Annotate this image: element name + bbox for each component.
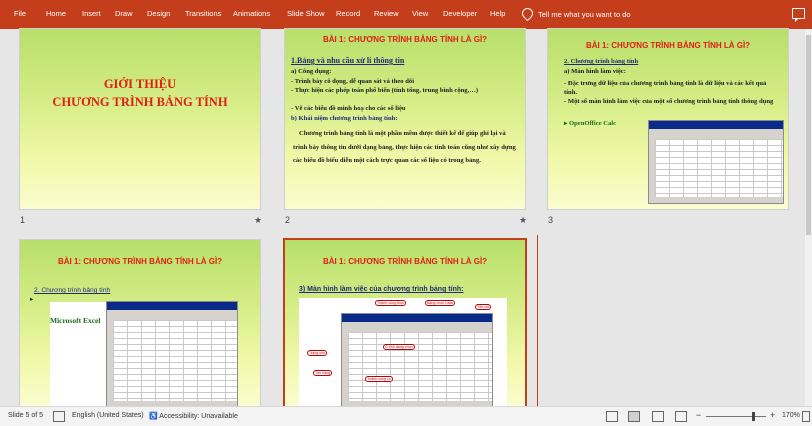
slide2-line2: - Thực hiện các phép toán phổ biến (tính… xyxy=(291,87,479,94)
menu-developer[interactable]: Developer xyxy=(443,9,477,18)
menu-file[interactable]: File xyxy=(14,9,26,18)
menu-slide-show[interactable]: Slide Show xyxy=(287,9,325,18)
menu-home[interactable]: Home xyxy=(46,9,66,18)
language-status[interactable]: English (United States) xyxy=(72,412,144,419)
slide1-title-line1: GIỚI THIỆU xyxy=(103,77,177,91)
callout-toolbar: Thanh công cụ xyxy=(365,376,393,382)
slide-sorter-view-icon[interactable] xyxy=(628,411,640,422)
zoom-level[interactable]: 170% xyxy=(782,412,800,419)
slide3-bullet-label: OpenOffice Calc xyxy=(568,120,617,127)
menu-view[interactable]: View xyxy=(412,9,428,18)
slide-sorter: GIỚI THIỆU CHƯƠNG TRÌNH BẢNG TÍNH 1 ★ BÀ… xyxy=(0,29,812,406)
ms-excel-screenshot xyxy=(106,301,238,406)
slide2-line1: - Trình bày cô đọng, dễ quan sát và theo… xyxy=(291,78,415,85)
scrollbar-thumb[interactable] xyxy=(806,35,811,235)
menu-draw[interactable]: Draw xyxy=(115,9,133,18)
slide-thumbnail-1[interactable]: GIỚI THIỆU CHƯƠNG TRÌNH BẢNG TÍNH xyxy=(20,29,260,209)
slide-number-2: 2 xyxy=(285,215,291,225)
slide3-bullet: ▸ OpenOffice Calc xyxy=(564,120,617,127)
menu-insert[interactable]: Insert xyxy=(82,9,101,18)
tell-me-label: Tell me what you want to do xyxy=(538,10,631,19)
zoom-in-button[interactable]: + xyxy=(770,410,775,420)
vertical-scrollbar[interactable] xyxy=(805,29,812,406)
slide-thumbnail-5[interactable]: BÀI 1: CHƯƠNG TRÌNH BẢNG TÍNH LÀ GÌ? 3) … xyxy=(285,240,525,406)
callout-data-menu: Bảng chọn Data xyxy=(425,300,455,306)
slide2-title: BÀI 1: CHƯƠNG TRÌNH BẢNG TÍNH LÀ GÌ? xyxy=(322,35,488,44)
slide-count-status: Slide 5 of 5 xyxy=(8,412,44,419)
tell-me-search[interactable]: Tell me what you want to do xyxy=(519,5,631,22)
insertion-marker xyxy=(537,235,538,406)
slide5-heading: 3) Màn hình làm việc của chương trình bả… xyxy=(299,286,464,293)
slide5-title: BÀI 1: CHƯƠNG TRÌNH BẢNG TÍNH LÀ GÌ? xyxy=(322,257,488,266)
slide1-title: GIỚI THIỆU CHƯƠNG TRÌNH BẢNG TÍNH xyxy=(20,76,260,111)
menu-help[interactable]: Help xyxy=(490,9,505,18)
callout-column-name: Tên cột xyxy=(475,304,491,310)
slide-thumbnail-3[interactable]: BÀI 1: CHƯƠNG TRÌNH BẢNG TÍNH LÀ GÌ? 2. … xyxy=(548,29,788,209)
accessibility-label: Accessibility: Unavailable xyxy=(159,413,238,420)
slide4-heading: 2. Chương trình bảng tính xyxy=(34,287,111,294)
slide4-bullet-icon: ▸ xyxy=(30,296,34,303)
slideshow-view-icon[interactable] xyxy=(675,411,687,422)
comments-icon[interactable] xyxy=(792,8,805,22)
slide3-title: BÀI 1: CHƯƠNG TRÌNH BẢNG TÍNH LÀ GÌ? xyxy=(585,41,751,50)
callout-row-name: Tên hàng xyxy=(313,370,333,376)
notes-check-icon[interactable] xyxy=(53,411,65,422)
accessibility-status[interactable]: ♿ Accessibility: Unavailable xyxy=(149,412,238,420)
reading-view-icon[interactable] xyxy=(652,411,664,422)
callout-formula-bar: Thanh công thức xyxy=(375,300,407,306)
slide3-sub-a: a) Màn hình làm việc: xyxy=(564,68,626,75)
slide-number-3: 3 xyxy=(548,215,554,225)
slide3-heading: 2. Chương trình bảng tính xyxy=(564,58,639,65)
slide2-transition-star-icon: ★ xyxy=(519,215,528,225)
zoom-out-button[interactable]: − xyxy=(696,410,701,420)
fit-to-window-icon[interactable] xyxy=(802,411,810,422)
excel-window-screenshot xyxy=(341,313,493,406)
slide1-title-line2: CHƯƠNG TRÌNH BẢNG TÍNH xyxy=(52,94,228,109)
slide3-line1: - Đặc trưng dữ liệu của chương trình bản… xyxy=(564,80,767,96)
status-bar: Slide 5 of 5 English (United States) ♿ A… xyxy=(0,406,812,426)
normal-view-icon[interactable] xyxy=(606,411,618,422)
slide4-title: BÀI 1: CHƯƠNG TRÌNH BẢNG TÍNH LÀ GÌ? xyxy=(57,257,223,266)
zoom-slider-thumb[interactable] xyxy=(752,412,755,421)
menu-transitions[interactable]: Transitions xyxy=(185,9,221,18)
slide4-label: Microsoft Excel xyxy=(50,316,101,325)
slide1-transition-star-icon: ★ xyxy=(254,215,263,225)
callout-worksheet: Trang tính xyxy=(307,350,328,356)
slide-number-1: 1 xyxy=(20,215,26,225)
menu-record[interactable]: Record xyxy=(336,9,360,18)
slide2-sub-b: b) Khái niệm chương trình bảng tính: xyxy=(291,115,398,122)
slide2-heading: 1.Bảng và nhu cầu xử lí thông tin xyxy=(291,56,405,65)
slide2-sub-a: a) Công dụng: xyxy=(291,68,332,75)
callout-active-cell: Ô tính đang chọn xyxy=(383,344,415,350)
ribbon-menu-bar: File Home Insert Draw Design Transitions… xyxy=(0,0,812,29)
slide2-line3: - Vẽ các biểu đồ minh hoạ cho các số liệ… xyxy=(291,105,406,112)
slide-thumbnail-2[interactable]: BÀI 1: CHƯƠNG TRÌNH BẢNG TÍNH LÀ GÌ? 1.B… xyxy=(285,29,525,209)
menu-animations[interactable]: Animations xyxy=(233,9,270,18)
slide3-line2: - Một số màn hình làm việc của một số ch… xyxy=(564,98,774,105)
zoom-slider[interactable] xyxy=(706,416,766,417)
menu-review[interactable]: Review xyxy=(374,9,399,18)
openoffice-calc-screenshot xyxy=(648,120,784,204)
slide-thumbnail-4[interactable]: BÀI 1: CHƯƠNG TRÌNH BẢNG TÍNH LÀ GÌ? 2. … xyxy=(20,240,260,406)
lightbulb-icon xyxy=(519,5,536,22)
menu-design[interactable]: Design xyxy=(147,9,170,18)
slide2-paragraph: Chương trình bảng tính là một phần mềm đ… xyxy=(293,130,516,165)
